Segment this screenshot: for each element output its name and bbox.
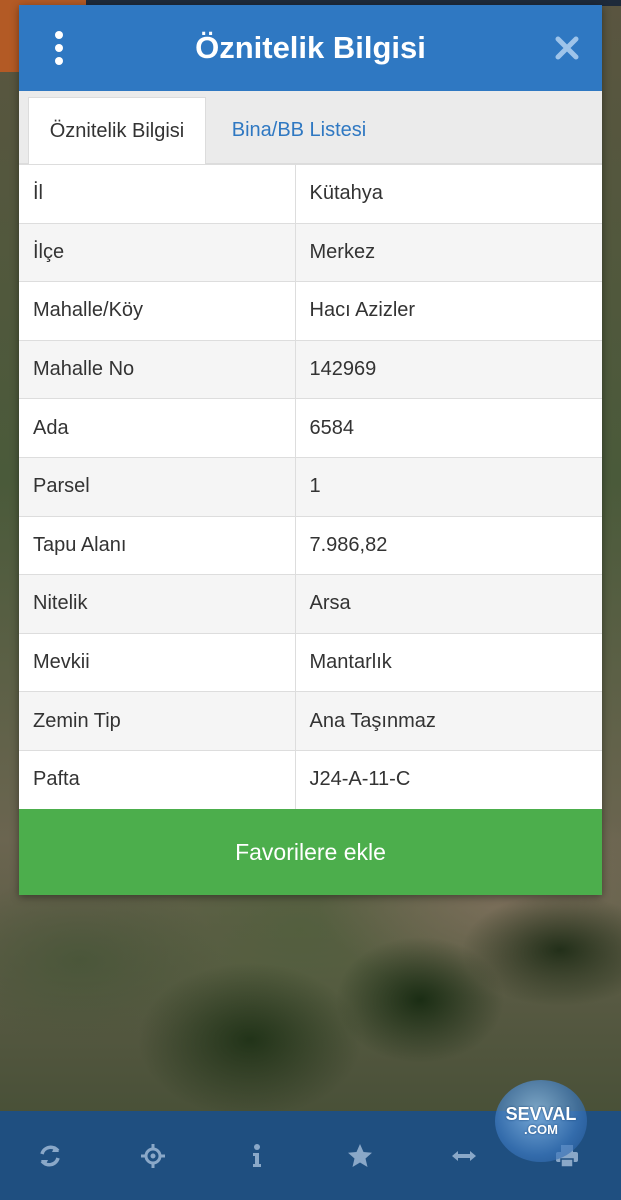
attribute-key: Mevkii <box>19 632 296 693</box>
table-row: Parsel 1 <box>19 456 602 517</box>
attribute-dialog: Öznitelik Bilgisi Öznitelik Bilgisi Bina… <box>19 5 602 895</box>
info-icon[interactable] <box>237 1136 277 1176</box>
attribute-key: Ada <box>19 398 296 458</box>
attribute-key: Parsel <box>19 456 296 517</box>
attribute-key: Zemin Tip <box>19 691 296 751</box>
measure-icon[interactable] <box>444 1136 484 1176</box>
attribute-key: İl <box>19 164 296 224</box>
star-icon[interactable] <box>340 1136 380 1176</box>
refresh-icon[interactable] <box>30 1136 70 1176</box>
attribute-value: Merkez <box>294 222 602 283</box>
table-row: Tapu Alanı 7.986,82 <box>19 515 602 576</box>
watermark-logo: SEVVAL .COM <box>495 1080 587 1162</box>
attribute-key: Pafta <box>19 749 296 810</box>
attribute-key: Tapu Alanı <box>19 515 296 576</box>
add-favorite-button[interactable]: Favorilere ekle <box>19 809 602 895</box>
dialog-header: Öznitelik Bilgisi <box>19 5 602 91</box>
attribute-value: Mantarlık <box>294 632 602 693</box>
attribute-value: Kütahya <box>294 164 602 224</box>
attribute-value: J24-A-11-C <box>294 749 602 810</box>
attribute-key: Nitelik <box>19 574 296 634</box>
attribute-value: 6584 <box>294 398 602 458</box>
table-row: Mahalle/Köy Hacı Azizler <box>19 281 602 341</box>
table-row: Ada 6584 <box>19 398 602 458</box>
attribute-value: 1 <box>294 456 602 517</box>
attribute-value: Arsa <box>294 574 602 634</box>
table-row: Mevkii Mantarlık <box>19 632 602 693</box>
table-row: Mahalle No 142969 <box>19 339 602 400</box>
dialog-title: Öznitelik Bilgisi <box>195 30 426 65</box>
attribute-key: Mahalle No <box>19 339 296 400</box>
attribute-key: Mahalle/Köy <box>19 281 296 341</box>
table-row: İl Kütahya <box>19 164 602 224</box>
table-row: Nitelik Arsa <box>19 574 602 634</box>
tab-bar: Öznitelik Bilgisi Bina/BB Listesi <box>19 91 602 164</box>
tab-attribute-info[interactable]: Öznitelik Bilgisi <box>28 97 206 164</box>
attribute-table: İl Kütahya İlçe Merkez Mahalle/Köy Hacı Azizl… <box>19 164 602 810</box>
locate-icon[interactable] <box>133 1136 173 1176</box>
attribute-value: Ana Taşınmaz <box>294 691 602 751</box>
table-row: Zemin Tip Ana Taşınmaz <box>19 691 602 751</box>
table-row: Pafta J24-A-11-C <box>19 749 602 810</box>
attribute-key: İlçe <box>19 222 296 283</box>
attribute-value: 142969 <box>294 339 602 400</box>
menu-dots-icon[interactable] <box>47 31 71 65</box>
attribute-value: Hacı Azizler <box>294 281 602 341</box>
attribute-value: 7.986,82 <box>294 515 602 576</box>
close-icon[interactable] <box>554 35 580 61</box>
table-row: İlçe Merkez <box>19 222 602 283</box>
tab-building-list[interactable]: Bina/BB Listesi <box>219 97 379 164</box>
